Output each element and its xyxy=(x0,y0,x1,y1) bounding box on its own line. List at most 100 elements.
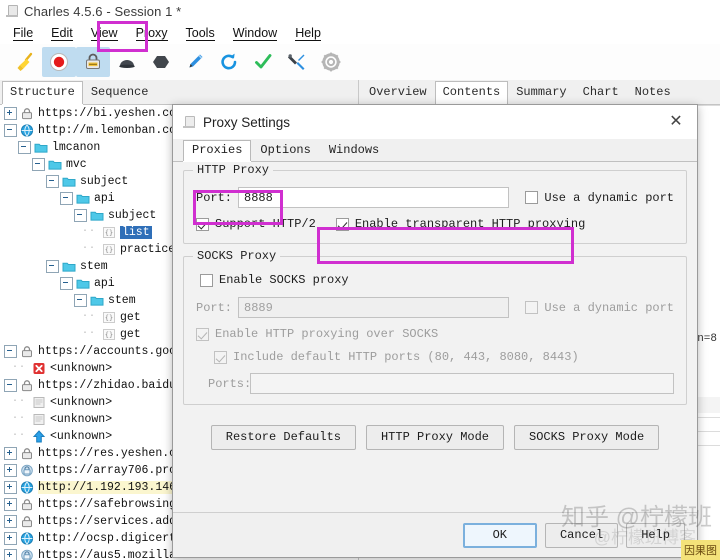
socks-port-row: Port: 8889 Use a dynamic port xyxy=(196,297,674,318)
charles-app-icon xyxy=(6,4,18,18)
socks-dynamic-port-checkbox[interactable]: Use a dynamic port xyxy=(525,301,674,315)
http-over-socks-checkbox[interactable]: Enable HTTP proxying over SOCKS xyxy=(196,327,438,341)
cancel-button[interactable]: Cancel xyxy=(544,522,619,548)
menu-item-edit[interactable]: Edit xyxy=(42,24,82,42)
checkbox-box xyxy=(214,350,227,364)
tab-structure[interactable]: Structure xyxy=(2,81,83,104)
tree-expand-icon[interactable] xyxy=(4,498,17,511)
tree-expand-icon[interactable] xyxy=(4,532,17,545)
folder-icon xyxy=(90,209,104,222)
tab-windows[interactable]: Windows xyxy=(320,140,388,161)
left-pane-tabstrip: Structure Sequence xyxy=(0,80,358,105)
menu-item-view[interactable]: View xyxy=(82,24,127,42)
tree-expand-icon[interactable] xyxy=(4,481,17,494)
tree-leaf-spacer: ·· xyxy=(12,396,27,407)
tab-summary[interactable]: Summary xyxy=(508,81,574,104)
ok-button[interactable]: OK xyxy=(462,522,537,548)
socks-ports-row: Ports: xyxy=(208,373,674,394)
enable-socks-row: Enable SOCKS proxy xyxy=(200,273,674,287)
support-http2-checkbox[interactable]: Support HTTP/2 xyxy=(196,217,316,231)
socks-ports-input[interactable] xyxy=(250,373,674,394)
breakpoint-hat-icon[interactable] xyxy=(110,47,144,77)
tree-row-label: http://1.192.193.146 xyxy=(38,481,177,494)
tree-row-label: https://res.yeshen.co xyxy=(38,447,183,460)
tree-leaf-spacer: ·· xyxy=(12,430,27,441)
endpoint-icon: {} xyxy=(102,328,116,341)
tree-collapse-icon[interactable] xyxy=(46,260,59,273)
menu-item-tools[interactable]: Tools xyxy=(177,24,224,42)
tree-row-label: https://array706.proc xyxy=(38,464,183,477)
settings-gear-icon[interactable] xyxy=(314,47,348,77)
globe-icon xyxy=(20,124,34,137)
repeat-refresh-icon[interactable] xyxy=(212,47,246,77)
tree-expand-icon[interactable] xyxy=(4,107,17,120)
tree-collapse-icon[interactable] xyxy=(60,277,73,290)
socks-port-input[interactable]: 8889 xyxy=(238,297,510,318)
lock-icon xyxy=(20,447,34,460)
record-stop-icon[interactable] xyxy=(42,47,76,77)
menu-item-file[interactable]: File xyxy=(4,24,42,42)
tree-collapse-icon[interactable] xyxy=(18,141,31,154)
tree-collapse-icon[interactable] xyxy=(74,294,87,307)
http-over-socks-label: Enable HTTP proxying over SOCKS xyxy=(215,327,439,341)
lock-icon xyxy=(20,498,34,511)
menu-item-window[interactable]: Window xyxy=(224,24,286,42)
lock-icon xyxy=(20,107,34,120)
restore-defaults-button[interactable]: Restore Defaults xyxy=(210,425,356,450)
tree-leaf-spacer: ·· xyxy=(82,311,97,322)
tree-row-label: mvc xyxy=(66,158,87,171)
tree-collapse-icon[interactable] xyxy=(4,379,17,392)
tree-expand-icon[interactable] xyxy=(4,447,17,460)
tree-row-label: https://aus5.mozilla. xyxy=(38,549,183,560)
http-port-input[interactable]: 8888 xyxy=(238,187,510,208)
broom-clear-icon[interactable] xyxy=(8,47,42,77)
tree-collapse-icon[interactable] xyxy=(4,124,17,137)
tab-proxies[interactable]: Proxies xyxy=(183,140,252,161)
tab-notes[interactable]: Notes xyxy=(627,81,679,104)
doc-icon xyxy=(32,396,46,409)
main-toolbar xyxy=(0,44,720,81)
socks-dynamic-port-label: Use a dynamic port xyxy=(544,300,674,315)
tab-contents[interactable]: Contents xyxy=(434,81,509,104)
include-default-ports-checkbox[interactable]: Include default HTTP ports (80, 443, 808… xyxy=(214,350,579,364)
http-port-label: Port: xyxy=(196,190,233,205)
tree-expand-icon[interactable] xyxy=(4,464,17,477)
socks-proxy-mode-button[interactable]: SOCKS Proxy Mode xyxy=(514,425,660,450)
tree-row-label: <unknown> xyxy=(50,396,113,409)
tree-collapse-icon[interactable] xyxy=(74,209,87,222)
menu-item-help[interactable]: Help xyxy=(286,24,330,42)
compose-hex-icon[interactable] xyxy=(144,47,178,77)
checkbox-box xyxy=(200,273,213,287)
checkbox-box xyxy=(196,327,209,341)
tab-sequence[interactable]: Sequence xyxy=(83,81,157,104)
tree-collapse-icon[interactable] xyxy=(60,192,73,205)
tree-expand-icon[interactable] xyxy=(4,549,17,560)
tab-chart[interactable]: Chart xyxy=(575,81,627,104)
tools-icon[interactable] xyxy=(280,47,314,77)
menu-item-proxy[interactable]: Proxy xyxy=(127,24,177,42)
tree-row-label: https://safebrowsing. xyxy=(38,498,183,511)
transparent-proxying-checkbox[interactable]: Enable transparent HTTP proxying xyxy=(335,217,585,231)
tree-row-label: practice xyxy=(120,243,176,256)
tab-overview[interactable]: Overview xyxy=(361,81,435,104)
tree-row-label: api xyxy=(94,277,115,290)
tree-collapse-icon[interactable] xyxy=(46,175,59,188)
svg-text:{}: {} xyxy=(105,331,113,339)
tab-options[interactable]: Options xyxy=(251,140,319,161)
edit-pen-icon[interactable] xyxy=(178,47,212,77)
tree-expand-icon[interactable] xyxy=(4,515,17,528)
enable-socks-checkbox[interactable]: Enable SOCKS proxy xyxy=(200,273,349,287)
endpoint-icon: {} xyxy=(102,226,116,239)
tree-row-label: <unknown> xyxy=(50,430,113,443)
http-proxy-mode-button[interactable]: HTTP Proxy Mode xyxy=(365,425,505,450)
help-button[interactable]: Help xyxy=(626,522,685,548)
throttle-lock-icon[interactable] xyxy=(76,47,110,77)
tree-collapse-icon[interactable] xyxy=(32,158,45,171)
close-icon[interactable]: ✕ xyxy=(663,109,689,135)
http-proxy-group: HTTP Proxy Port: 8888 Use a dynamic port… xyxy=(183,163,687,244)
endpoint-icon: {} xyxy=(102,243,116,256)
tree-collapse-icon[interactable] xyxy=(4,345,17,358)
http-dynamic-port-checkbox[interactable]: Use a dynamic port xyxy=(525,191,674,205)
tree-row-label: http://ocsp.digicert. xyxy=(38,532,183,545)
validate-check-icon[interactable] xyxy=(246,47,280,77)
